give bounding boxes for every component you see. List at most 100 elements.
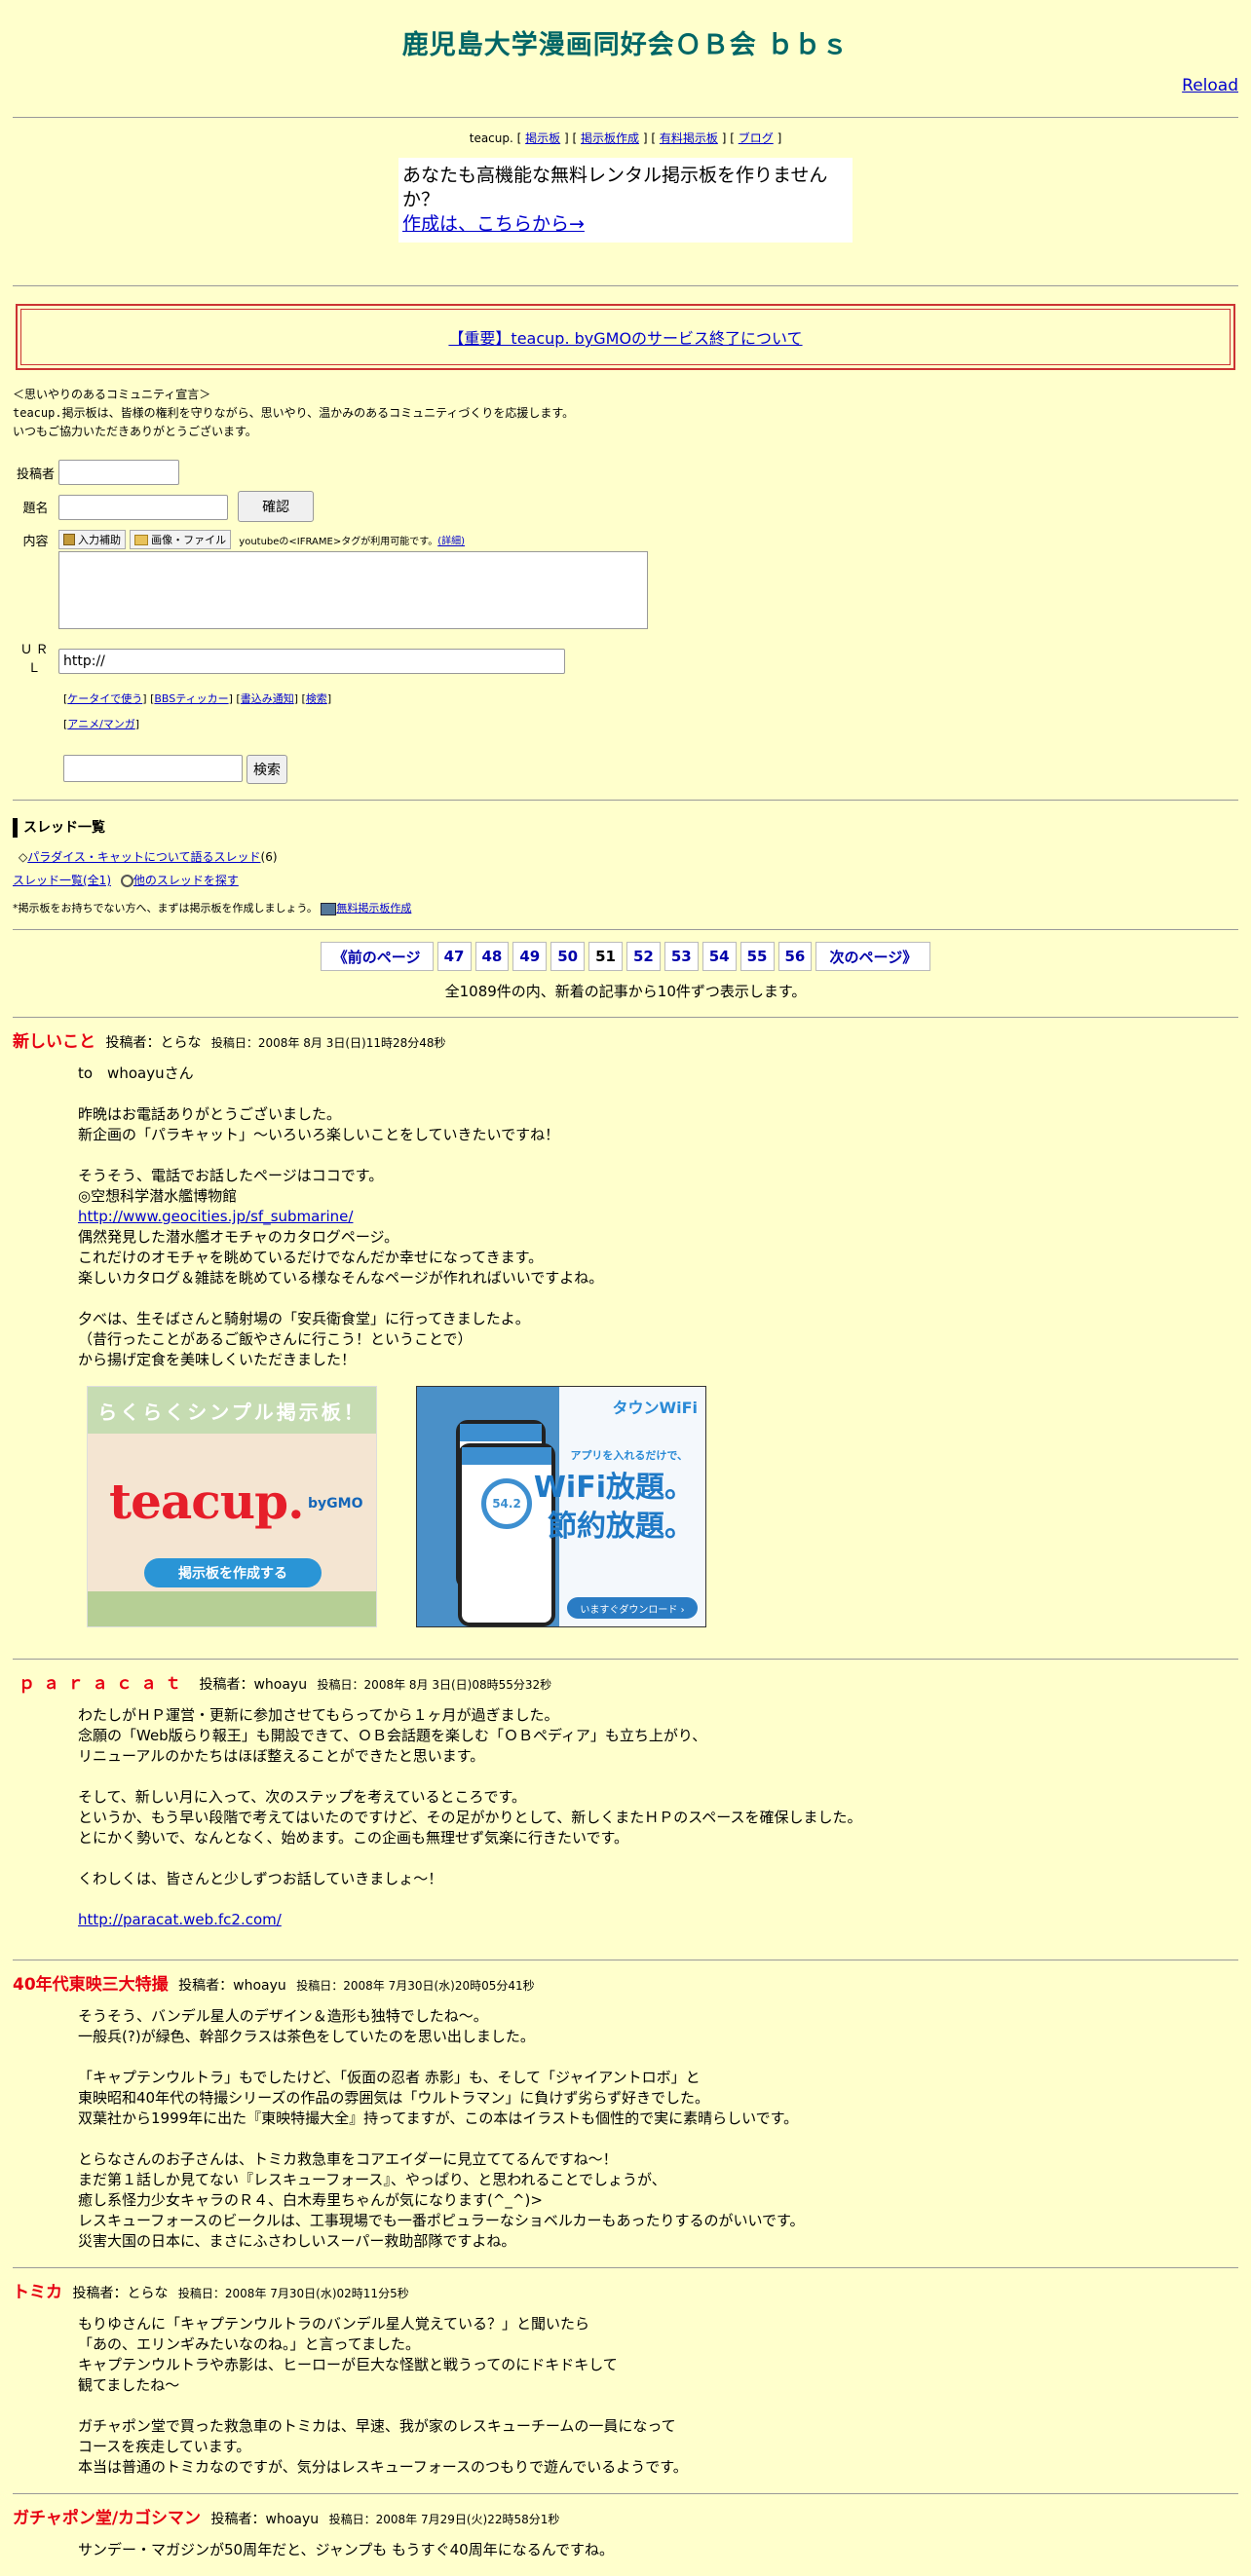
- folder-icon: [134, 534, 149, 545]
- post-line: 偶然発見した潜水艦オモチャのカタログページ。: [78, 1228, 399, 1246]
- post-line: キャプテンウルトラや赤影は、ヒーローが巨大な怪獣と戦うってのにドキドキして: [78, 2356, 618, 2373]
- post-count-summary: 全1089件の内、新着の記事から10件ずつ表示します。: [444, 983, 807, 1000]
- wifi-headline: WiFi放題。 節約放題。: [534, 1469, 694, 1547]
- post-date: 投稿日：2008年 7月30日(水)02時11分5秒: [177, 2287, 409, 2300]
- infobar-link-create[interactable]: 掲示板作成: [581, 131, 639, 145]
- declaration-brand: teacup.: [13, 406, 62, 420]
- image-file-button[interactable]: 画像・ファイル: [130, 530, 232, 549]
- infobar-link-bbs[interactable]: 掲示板: [525, 131, 560, 145]
- post-line: とにかく勢いで、なんとなく、始めます。この企画も無理せず気楽に行きたいです。: [78, 1829, 629, 1847]
- next-page-button[interactable]: 次のページ》: [815, 942, 931, 971]
- infobar-suffix: ]: [777, 131, 782, 145]
- iframe-detail-link[interactable]: (詳細): [437, 537, 465, 547]
- post-line: 一般兵(?)が緑色、幹部クラスは茶色をしていたのを思い出しました。: [78, 2028, 535, 2045]
- prev-page-button[interactable]: 《前のページ: [320, 942, 434, 971]
- author-input[interactable]: [58, 460, 179, 485]
- ad-create-link[interactable]: 作成は、こちらから→: [402, 213, 585, 235]
- page-button[interactable]: 49: [512, 942, 548, 971]
- post-line: 「あの、エリンギみたいなのね。」と言ってました。: [78, 2335, 421, 2353]
- ticker-link[interactable]: BBSティッカー: [154, 692, 228, 705]
- post-header: ｐａｒａｃａｔ 投稿者：whoayu 投稿日：2008年 8月 3日(日)08時…: [13, 1671, 1238, 1698]
- content-textarea[interactable]: [58, 551, 648, 629]
- confirm-button[interactable]: 確認: [238, 491, 315, 522]
- page-button[interactable]: 48: [474, 942, 510, 971]
- mobile-link[interactable]: ケータイで使う: [67, 692, 142, 705]
- infobar-link-paid[interactable]: 有料掲示板: [660, 131, 718, 145]
- reload-link[interactable]: Reload: [1182, 76, 1238, 95]
- find-icon: [120, 875, 133, 887]
- all-threads-link[interactable]: スレッド一覧(全1): [13, 874, 111, 887]
- current-page: 51: [588, 942, 623, 971]
- service-end-link[interactable]: 【重要】teacup. byGMOのサービス終了について: [448, 325, 802, 349]
- declaration-thanks: いつもご協力いただきありがとうございます。: [13, 425, 257, 438]
- page-button[interactable]: 47: [436, 942, 472, 971]
- input-help-button[interactable]: 入力補助: [58, 530, 126, 549]
- wifi-download-button[interactable]: いますぐダウンロード ›: [567, 1597, 698, 1619]
- teacup-create-button[interactable]: 掲示板を作成する: [144, 1558, 322, 1587]
- page-button[interactable]: 54: [701, 942, 737, 971]
- page-button[interactable]: 50: [550, 942, 586, 971]
- wifi-headline-1: WiFi放題。: [533, 1471, 694, 1505]
- post-line: もりゆさんに「キャプテンウルトラのバンデル星人覚えている？」と聞いたら: [78, 2315, 590, 2333]
- post-title: ガチャポン堂/カゴシマン: [13, 2509, 202, 2528]
- teacup-banner[interactable]: らくらくシンプル掲示板！ teacup. byGMO 掲示板を作成する: [87, 1386, 377, 1627]
- thread-count: (6): [260, 850, 278, 864]
- subject-input[interactable]: [58, 495, 228, 520]
- page-button[interactable]: 52: [626, 942, 661, 971]
- divider: [13, 929, 1238, 930]
- page-button[interactable]: 55: [739, 942, 775, 971]
- infobar-sep: ] [: [642, 131, 657, 145]
- post-line: 新企画の「パラキャット」～いろいろ楽しいことをしていきたいですね！: [78, 1126, 560, 1143]
- teacup-banner-head: らくらくシンプル掲示板！: [88, 1387, 376, 1434]
- thread-link[interactable]: パラダイス・キャットについて語るスレッド: [27, 850, 260, 864]
- page-button[interactable]: 53: [663, 942, 699, 971]
- free-bbs-create-link[interactable]: 無料掲示板作成: [336, 902, 411, 915]
- teacup-logo: teacup.: [109, 1473, 304, 1530]
- townwifi-logo: タウンWiFi: [612, 1399, 698, 1417]
- author-label: 投稿者: [16, 467, 55, 482]
- post-line: （昔行ったことがあるご飯やさんに行こう！ということで）: [78, 1330, 473, 1348]
- post-line: サンデー・マガジンが50周年だと、ジャンプも もうすぐ40周年になるんですね。: [78, 2541, 614, 2558]
- townwifi-banner[interactable]: 54.2 タウンWiFi アプリを入れるだけで、 WiFi放題。 節約放題。 い…: [416, 1386, 706, 1627]
- post-line: そうそう、バンデル星人のデザイン＆造形も独特でしたね～。: [78, 2007, 488, 2025]
- post-date: 投稿日：2008年 7月29日(火)22時58分1秒: [328, 2513, 560, 2526]
- ad-text: あなたも高機能な無料レンタル掲示板を作りませんか？: [402, 165, 828, 210]
- post-date: 投稿日：2008年 8月 3日(日)08時55分32秒: [317, 1678, 552, 1692]
- other-threads-link[interactable]: 他のスレッドを探す: [133, 874, 239, 887]
- search-box: 検索: [63, 755, 1238, 784]
- post-author: 投稿者：whoayu: [178, 1978, 286, 1994]
- post-line: そうそう、電話でお話したページはココです。: [78, 1167, 384, 1184]
- post-date: 投稿日：2008年 7月30日(水)20時05分41秒: [296, 1979, 535, 1993]
- post-line: わたしがＨＰ運営・更新に参加させてもらってから１ヶ月が過ぎました。: [78, 1706, 559, 1724]
- post-body: サンデー・マガジンが50周年だと、ジャンプも もうすぐ40周年になるんですね。: [78, 2540, 1238, 2560]
- wifi-subtext: アプリを入れるだけで、: [570, 1449, 688, 1462]
- infobar-link-blog[interactable]: ブログ: [739, 131, 774, 145]
- page-button[interactable]: 56: [777, 942, 813, 971]
- search-input[interactable]: [63, 755, 243, 782]
- post: ｐａｒａｃａｔ 投稿者：whoayu 投稿日：2008年 8月 3日(日)08時…: [0, 1660, 1251, 1946]
- url-input[interactable]: [58, 649, 565, 674]
- search-button[interactable]: 検索: [246, 755, 287, 784]
- post: トミカ 投稿者：とらな 投稿日：2008年 7月30日(水)02時11分5秒 も…: [0, 2268, 1251, 2493]
- infobar-prefix: teacup. [: [469, 131, 522, 145]
- search-link[interactable]: 検索: [306, 692, 327, 705]
- reload-row: Reload: [13, 76, 1238, 105]
- service-end-notice: 【重要】teacup. byGMOのサービス終了について: [16, 304, 1235, 370]
- post-url-link[interactable]: http://paracat.web.fc2.com/: [78, 1911, 282, 1928]
- post-author: 投稿者：とらな: [72, 2286, 169, 2301]
- image-file-label: 画像・ファイル: [151, 534, 227, 546]
- thread-list-heading: スレッド一覧: [13, 818, 1238, 838]
- input-help-icon: [63, 534, 75, 545]
- post-line: とらなさんのお子さんは、トミカ救急車をコアエイダーに見立ててるんですね～！: [78, 2150, 618, 2168]
- post-line: 双葉社から1999年に出た『東映特撮大全』持ってますが、この本はイラストも個性的…: [78, 2109, 799, 2127]
- teacup-logo-by: byGMO: [308, 1496, 363, 1512]
- post-author: 投稿者：whoayu: [199, 1677, 308, 1693]
- category-link[interactable]: アニメ/マンガ: [67, 718, 135, 730]
- post-url-link[interactable]: http://www.geocities.jp/sf_submarine/: [78, 1208, 353, 1225]
- notify-link[interactable]: 書込み通知: [241, 692, 294, 705]
- service-infobar: teacup. [ 掲示板 ] [ 掲示板作成 ] [ 有料掲示板 ] [ ブロ…: [13, 130, 1238, 146]
